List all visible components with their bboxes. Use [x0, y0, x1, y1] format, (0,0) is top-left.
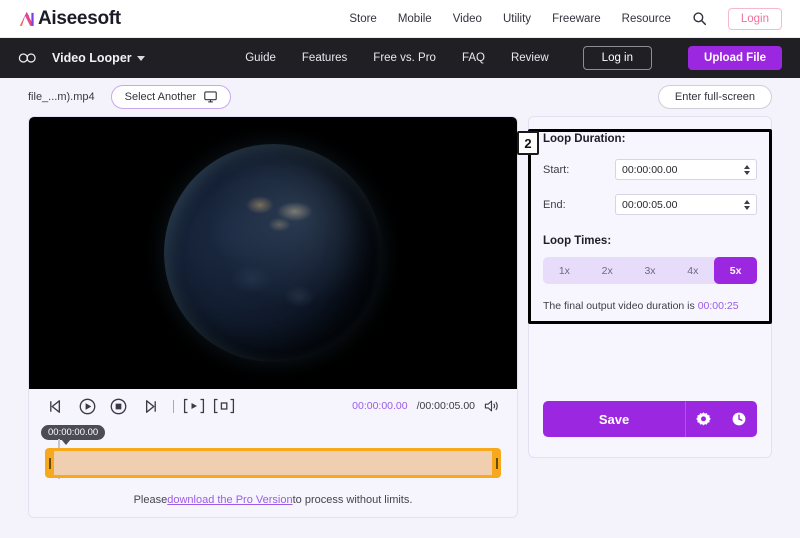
loop-settings-panel: Loop Duration: Start: 00:00:00.00 End: 0… [528, 116, 772, 458]
current-time: 00:00:00.00 [352, 400, 408, 412]
top-nav-item-utility[interactable]: Utility [503, 13, 531, 25]
top-nav-item-freeware[interactable]: Freeware [552, 13, 601, 25]
playhead-time-tooltip: 00:00:00.00 [41, 425, 106, 445]
save-button[interactable]: Save [543, 401, 685, 437]
upload-file-button[interactable]: Upload File [688, 46, 782, 70]
loop-option-1x[interactable]: 1x [543, 257, 586, 284]
history-button[interactable] [721, 401, 757, 437]
start-time-stepper[interactable] [744, 164, 750, 175]
top-nav-item-resource[interactable]: Resource [622, 13, 671, 25]
top-header-bar: Aiseesoft Store Mobile Video Utility Fre… [0, 0, 800, 38]
file-toolbar: file_...m).mp4 Select Another Enter full… [0, 78, 800, 116]
trim-handle-start[interactable] [45, 448, 54, 478]
search-icon[interactable] [692, 11, 707, 26]
clock-icon [732, 412, 746, 426]
login-button[interactable]: Login [727, 7, 782, 30]
trim-grip-icon [495, 457, 498, 469]
nav-item-free-vs-pro[interactable]: Free vs. Pro [373, 52, 436, 64]
play-icon[interactable] [78, 397, 97, 416]
top-nav-item-store[interactable]: Store [349, 13, 377, 25]
stepper-up-icon[interactable] [744, 164, 750, 169]
video-frame-earth-at-night [164, 144, 382, 362]
product-nav-bar: Video Looper Guide Features Free vs. Pro… [0, 38, 800, 78]
loop-times-selector: 1x 2x 3x 4x 5x [543, 257, 757, 284]
infinity-loop-icon [18, 53, 36, 63]
nav-item-faq[interactable]: FAQ [462, 52, 485, 64]
stop-icon[interactable] [109, 397, 128, 416]
video-preview-card: 00:00:00.00 /00:00:05.00 00:00:00.00 Ple… [28, 116, 518, 518]
loop-option-2x[interactable]: 2x [586, 257, 629, 284]
select-another-button[interactable]: Select Another [110, 85, 232, 109]
output-duration-note: The final output video duration is 00:00… [543, 300, 757, 312]
nav-item-features[interactable]: Features [302, 52, 347, 64]
product-title: Video Looper [52, 51, 132, 65]
timeline[interactable]: 00:00:00.00 [29, 423, 517, 483]
settings-button[interactable] [685, 401, 721, 437]
start-time-value: 00:00:00.00 [622, 163, 678, 176]
monitor-icon [204, 91, 217, 103]
download-pro-version-link[interactable]: download the Pro Version [167, 494, 292, 506]
controls-divider [173, 399, 174, 413]
aiseesoft-logo-icon [19, 12, 34, 26]
main-content: 00:00:00.00 /00:00:05.00 00:00:00.00 Ple… [0, 116, 800, 518]
next-frame-icon[interactable] [140, 397, 159, 416]
set-end-marker-icon[interactable] [213, 398, 235, 414]
top-nav-item-mobile[interactable]: Mobile [398, 13, 432, 25]
loop-option-3x[interactable]: 3x [629, 257, 672, 284]
enter-full-screen-button[interactable]: Enter full-screen [657, 85, 772, 109]
player-controls: 00:00:00.00 /00:00:05.00 [29, 389, 517, 423]
end-time-field: End: 00:00:05.00 [543, 194, 757, 215]
gear-icon [696, 411, 711, 426]
loop-option-5x[interactable]: 5x [714, 257, 757, 284]
start-time-field: Start: 00:00:00.00 [543, 159, 757, 180]
output-duration-value: 00:00:25 [697, 300, 739, 312]
select-another-label: Select Another [124, 91, 197, 103]
loop-option-4x[interactable]: 4x [671, 257, 714, 284]
stepper-down-icon[interactable] [744, 170, 750, 175]
start-label: Start: [543, 163, 570, 176]
chevron-down-icon[interactable] [136, 55, 145, 61]
trim-grip-icon [48, 457, 51, 469]
output-duration-text: The final output video duration is [543, 300, 698, 312]
top-nav-item-video[interactable]: Video [453, 13, 482, 25]
volume-icon[interactable] [484, 399, 499, 413]
time-display: 00:00:00.00 /00:00:05.00 [352, 399, 499, 413]
end-time-stepper[interactable] [744, 199, 750, 210]
settings-column: Loop Duration: Start: 00:00:00.00 End: 0… [517, 116, 772, 518]
end-label: End: [543, 198, 566, 211]
loop-times-title: Loop Times: [543, 235, 612, 247]
stepper-down-icon[interactable] [744, 205, 750, 210]
total-time: /00:00:05.00 [416, 400, 475, 412]
file-name-label: file_...m).mp4 [28, 91, 95, 103]
previous-frame-icon[interactable] [47, 397, 66, 416]
end-time-value: 00:00:05.00 [622, 198, 678, 211]
save-action-row: Save [543, 401, 757, 437]
start-time-input[interactable]: 00:00:00.00 [615, 159, 757, 180]
set-start-marker-icon[interactable] [183, 398, 205, 414]
pro-note-suffix: to process without limits. [292, 494, 413, 506]
loop-duration-title: Loop Duration: [543, 133, 626, 145]
product-nav-links: Guide Features Free vs. Pro FAQ Review L… [245, 46, 782, 70]
nav-item-review[interactable]: Review [511, 52, 549, 64]
stepper-up-icon[interactable] [744, 199, 750, 204]
brand-logo[interactable]: Aiseesoft [18, 8, 121, 30]
pro-version-note: Please download the Pro Version to proce… [29, 483, 517, 517]
nav-item-guide[interactable]: Guide [245, 52, 276, 64]
video-stage[interactable] [29, 117, 517, 389]
trim-range-bar[interactable] [45, 448, 501, 478]
trim-handle-end[interactable] [492, 448, 501, 478]
top-nav: Store Mobile Video Utility Freeware Reso… [349, 7, 782, 30]
brand-name: Aiseesoft [38, 7, 121, 29]
end-time-input[interactable]: 00:00:05.00 [615, 194, 757, 215]
pro-note-prefix: Please [133, 494, 168, 506]
log-in-button[interactable]: Log in [582, 46, 653, 70]
